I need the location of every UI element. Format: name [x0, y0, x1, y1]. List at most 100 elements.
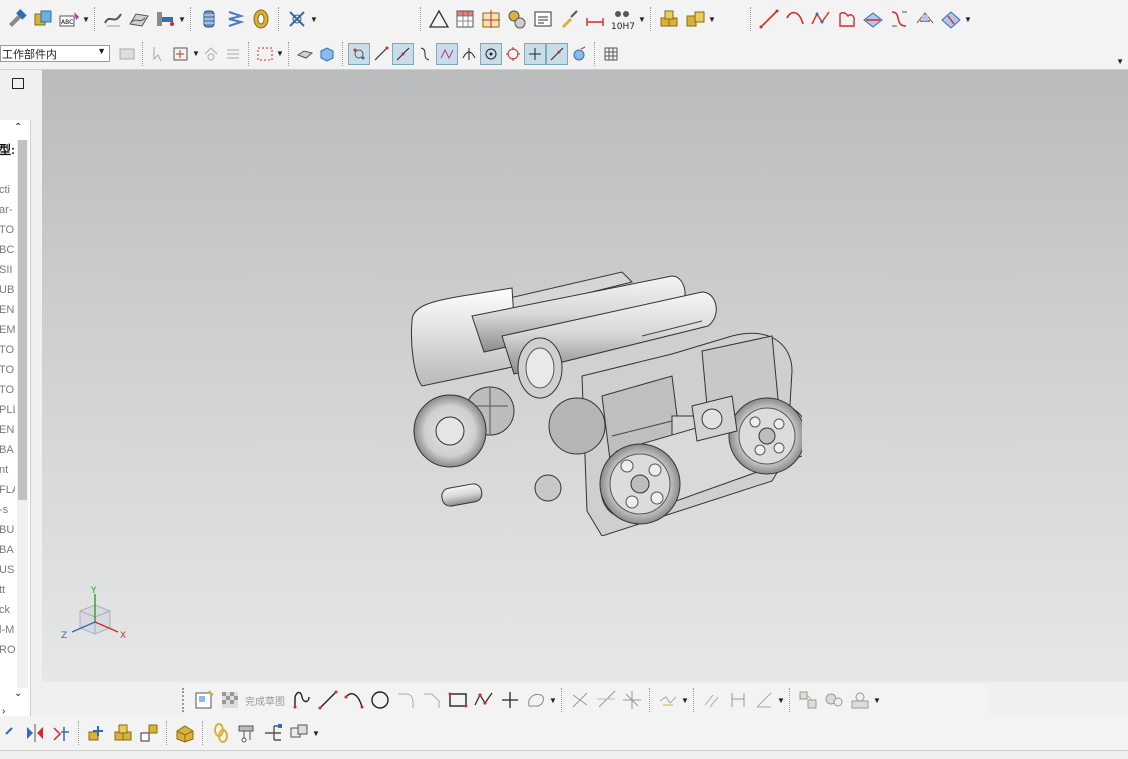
brush-icon[interactable] [556, 6, 582, 32]
list-item[interactable]: l-M [0, 620, 15, 640]
scroll-down-icon[interactable]: ⌄ [14, 688, 22, 699]
list-item[interactable]: TO [0, 220, 15, 240]
selection-scope-dropdown[interactable]: 工作部件内 ▼ [0, 45, 110, 62]
bearing-icon[interactable] [248, 6, 274, 32]
dropdown-arrow-icon[interactable]: ▼ [276, 49, 284, 58]
add-component-icon[interactable] [84, 720, 110, 746]
triangle-icon[interactable] [426, 6, 452, 32]
sketch-line-icon[interactable] [315, 687, 341, 713]
blend-icon[interactable] [938, 6, 964, 32]
dropdown-arrow-icon[interactable]: ▼ [312, 729, 320, 738]
quick-trim-icon[interactable] [567, 687, 593, 713]
dimension-sketch-icon[interactable] [725, 687, 751, 713]
dropdown-arrow-icon[interactable]: ▼ [964, 15, 972, 24]
chain-link-icon[interactable] [208, 720, 234, 746]
list-item[interactable]: PLL [0, 400, 15, 420]
sketch-arc-icon[interactable] [341, 687, 367, 713]
list-item[interactable]: FLA [0, 480, 15, 500]
list-item[interactable]: TO [0, 360, 15, 380]
dropdown-arrow-icon[interactable]: ▼ [777, 696, 785, 705]
convert-ref-icon[interactable] [795, 687, 821, 713]
dropdown-arrow-icon[interactable]: ▼ [638, 15, 646, 24]
list-item[interactable]: SII [0, 260, 15, 280]
make-corner-icon[interactable] [619, 687, 645, 713]
robot-vehicle-model[interactable] [372, 256, 802, 536]
graphics-viewport[interactable]: Y X Z [42, 70, 1128, 682]
new-component-icon[interactable] [110, 720, 136, 746]
dropdown-arrow-icon[interactable]: ▼ [192, 49, 200, 58]
angular-dim-icon[interactable] [751, 687, 777, 713]
finish-sketch-label[interactable]: 完成草图 [245, 693, 285, 708]
point-icon[interactable] [497, 687, 523, 713]
scrollbar-thumb[interactable] [18, 140, 27, 500]
dropdown-arrow-icon[interactable]: ▼ [82, 15, 90, 24]
list-item[interactable]: BA [0, 440, 15, 460]
rect-select-icon[interactable] [254, 43, 276, 65]
list-item[interactable]: TO [0, 340, 15, 360]
hand-point-icon[interactable] [152, 6, 178, 32]
offset-curve-icon[interactable] [523, 687, 549, 713]
circle-icon[interactable] [367, 687, 393, 713]
show-hide-icon[interactable] [200, 43, 222, 65]
reference-set-icon[interactable] [172, 720, 198, 746]
wave-surface-icon[interactable] [126, 6, 152, 32]
parallel-icon[interactable] [699, 687, 725, 713]
snap-point-icon[interactable] [348, 42, 370, 65]
sketch-settings-icon[interactable] [847, 687, 873, 713]
list-item[interactable]: ck [0, 600, 15, 620]
list-item[interactable]: US [0, 560, 15, 580]
quick-extend-icon[interactable] [593, 687, 619, 713]
snap-existing-icon[interactable] [524, 42, 546, 65]
snap-end-icon[interactable] [370, 43, 392, 65]
panel-maximize-icon[interactable] [12, 78, 24, 89]
scroll-up-icon[interactable]: ⌃ [14, 122, 22, 133]
sketch-frame-icon[interactable] [191, 687, 217, 713]
select-box-icon[interactable] [170, 43, 192, 65]
snap-onpoint-icon[interactable] [546, 42, 568, 65]
profile-icon[interactable] [289, 687, 315, 713]
toolbar-overflow-icon[interactable]: ▼ [1116, 57, 1124, 66]
pattern-component-icon[interactable] [136, 720, 162, 746]
snap-intersect-icon[interactable] [436, 42, 458, 65]
body-select-icon[interactable] [294, 43, 316, 65]
text-format-icon[interactable]: ABC [56, 6, 82, 32]
list-item[interactable]: EM [0, 320, 15, 340]
list-item[interactable]: ar- [0, 200, 15, 220]
mirror-assembly-icon[interactable] [22, 720, 48, 746]
arc-icon[interactable] [782, 6, 808, 32]
shape-icon[interactable] [834, 6, 860, 32]
interface-icon[interactable] [260, 720, 286, 746]
assembly-arrow-icon[interactable] [0, 722, 22, 744]
list-item[interactable]: -s [0, 500, 15, 520]
list-item[interactable]: UB [0, 280, 15, 300]
dropdown-arrow-icon[interactable]: ▼ [310, 15, 318, 24]
studio-spline-icon[interactable] [471, 687, 497, 713]
snap-center-icon[interactable] [480, 42, 502, 65]
constraint-icon[interactable] [655, 687, 681, 713]
constraint-arrows-icon[interactable] [48, 720, 74, 746]
fit-tolerance-icon[interactable]: 10H7 [608, 6, 638, 32]
chamfer-icon[interactable] [419, 687, 445, 713]
box-swap-icon[interactable] [30, 6, 56, 32]
wave-link-icon[interactable] [234, 720, 260, 746]
dropdown-arrow-icon[interactable]: ▼ [178, 15, 186, 24]
wire-tool-icon[interactable] [284, 6, 310, 32]
list-item[interactable]: BA [0, 540, 15, 560]
spring-icon[interactable] [222, 6, 248, 32]
dropdown-arrow-icon[interactable]: ▼ [681, 696, 689, 705]
crosshair-table-icon[interactable] [478, 6, 504, 32]
reattach-icon[interactable] [821, 687, 847, 713]
deselect-icon[interactable] [222, 43, 244, 65]
list-item[interactable]: cti [0, 180, 15, 200]
list-item[interactable]: BU [0, 520, 15, 540]
solid-body-icon[interactable] [316, 43, 338, 65]
snap-quadrant-icon[interactable] [502, 43, 524, 65]
line-icon[interactable] [756, 6, 782, 32]
dropdown-arrow-icon[interactable]: ▼ [873, 696, 881, 705]
fillet-icon[interactable] [393, 687, 419, 713]
dropdown-arrow-icon[interactable]: ▼ [708, 15, 716, 24]
list-item[interactable]: EN [0, 300, 15, 320]
list-item[interactable]: tt [0, 580, 15, 600]
list-item[interactable]: nt [0, 460, 15, 480]
filter-icon[interactable] [116, 43, 138, 65]
